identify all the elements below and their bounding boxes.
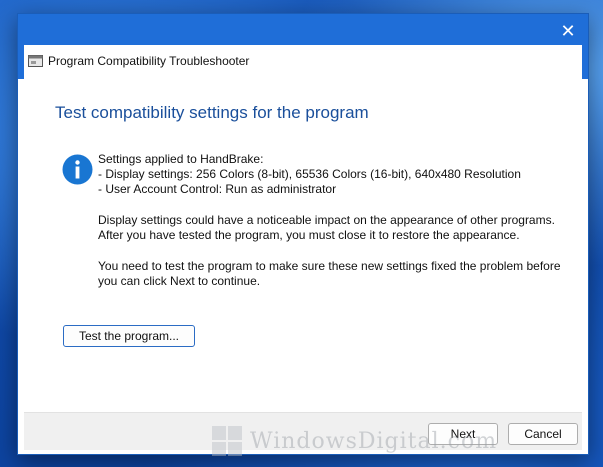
instruction-line-1: You need to test the program to make sur… [98,259,561,273]
close-icon: ✕ [560,21,576,41]
site-watermark: WindowsDigital.com [210,422,590,462]
watermark-text: WindowsDigital.com [250,429,498,454]
troubleshooter-window: ✕ Program Compatibility Troubleshooter T… [17,13,589,455]
uac-settings-line: - User Account Control: Run as administr… [98,182,337,196]
dialog-title: Program Compatibility Troubleshooter [48,54,250,68]
settings-applied-label: Settings applied to HandBrake: [98,152,264,166]
notice-line-2: After you have tested the program, you m… [98,228,520,242]
windows-logo-icon [212,426,242,456]
page-heading: Test compatibility settings for the prog… [55,103,369,122]
troubleshooter-app-icon [28,55,43,67]
display-settings-line: - Display settings: 256 Colors (8-bit), … [98,167,521,181]
dialog-title-bar: Program Compatibility Troubleshooter [24,45,582,79]
info-icon [62,154,93,185]
notice-line-1: Display settings could have a noticeable… [98,213,555,227]
instruction-line-2: you can click Next to continue. [98,274,261,288]
close-button[interactable]: ✕ [554,19,582,43]
test-program-button[interactable]: Test the program... [63,325,195,347]
dialog-body: Program Compatibility Troubleshooter Tes… [24,45,582,450]
